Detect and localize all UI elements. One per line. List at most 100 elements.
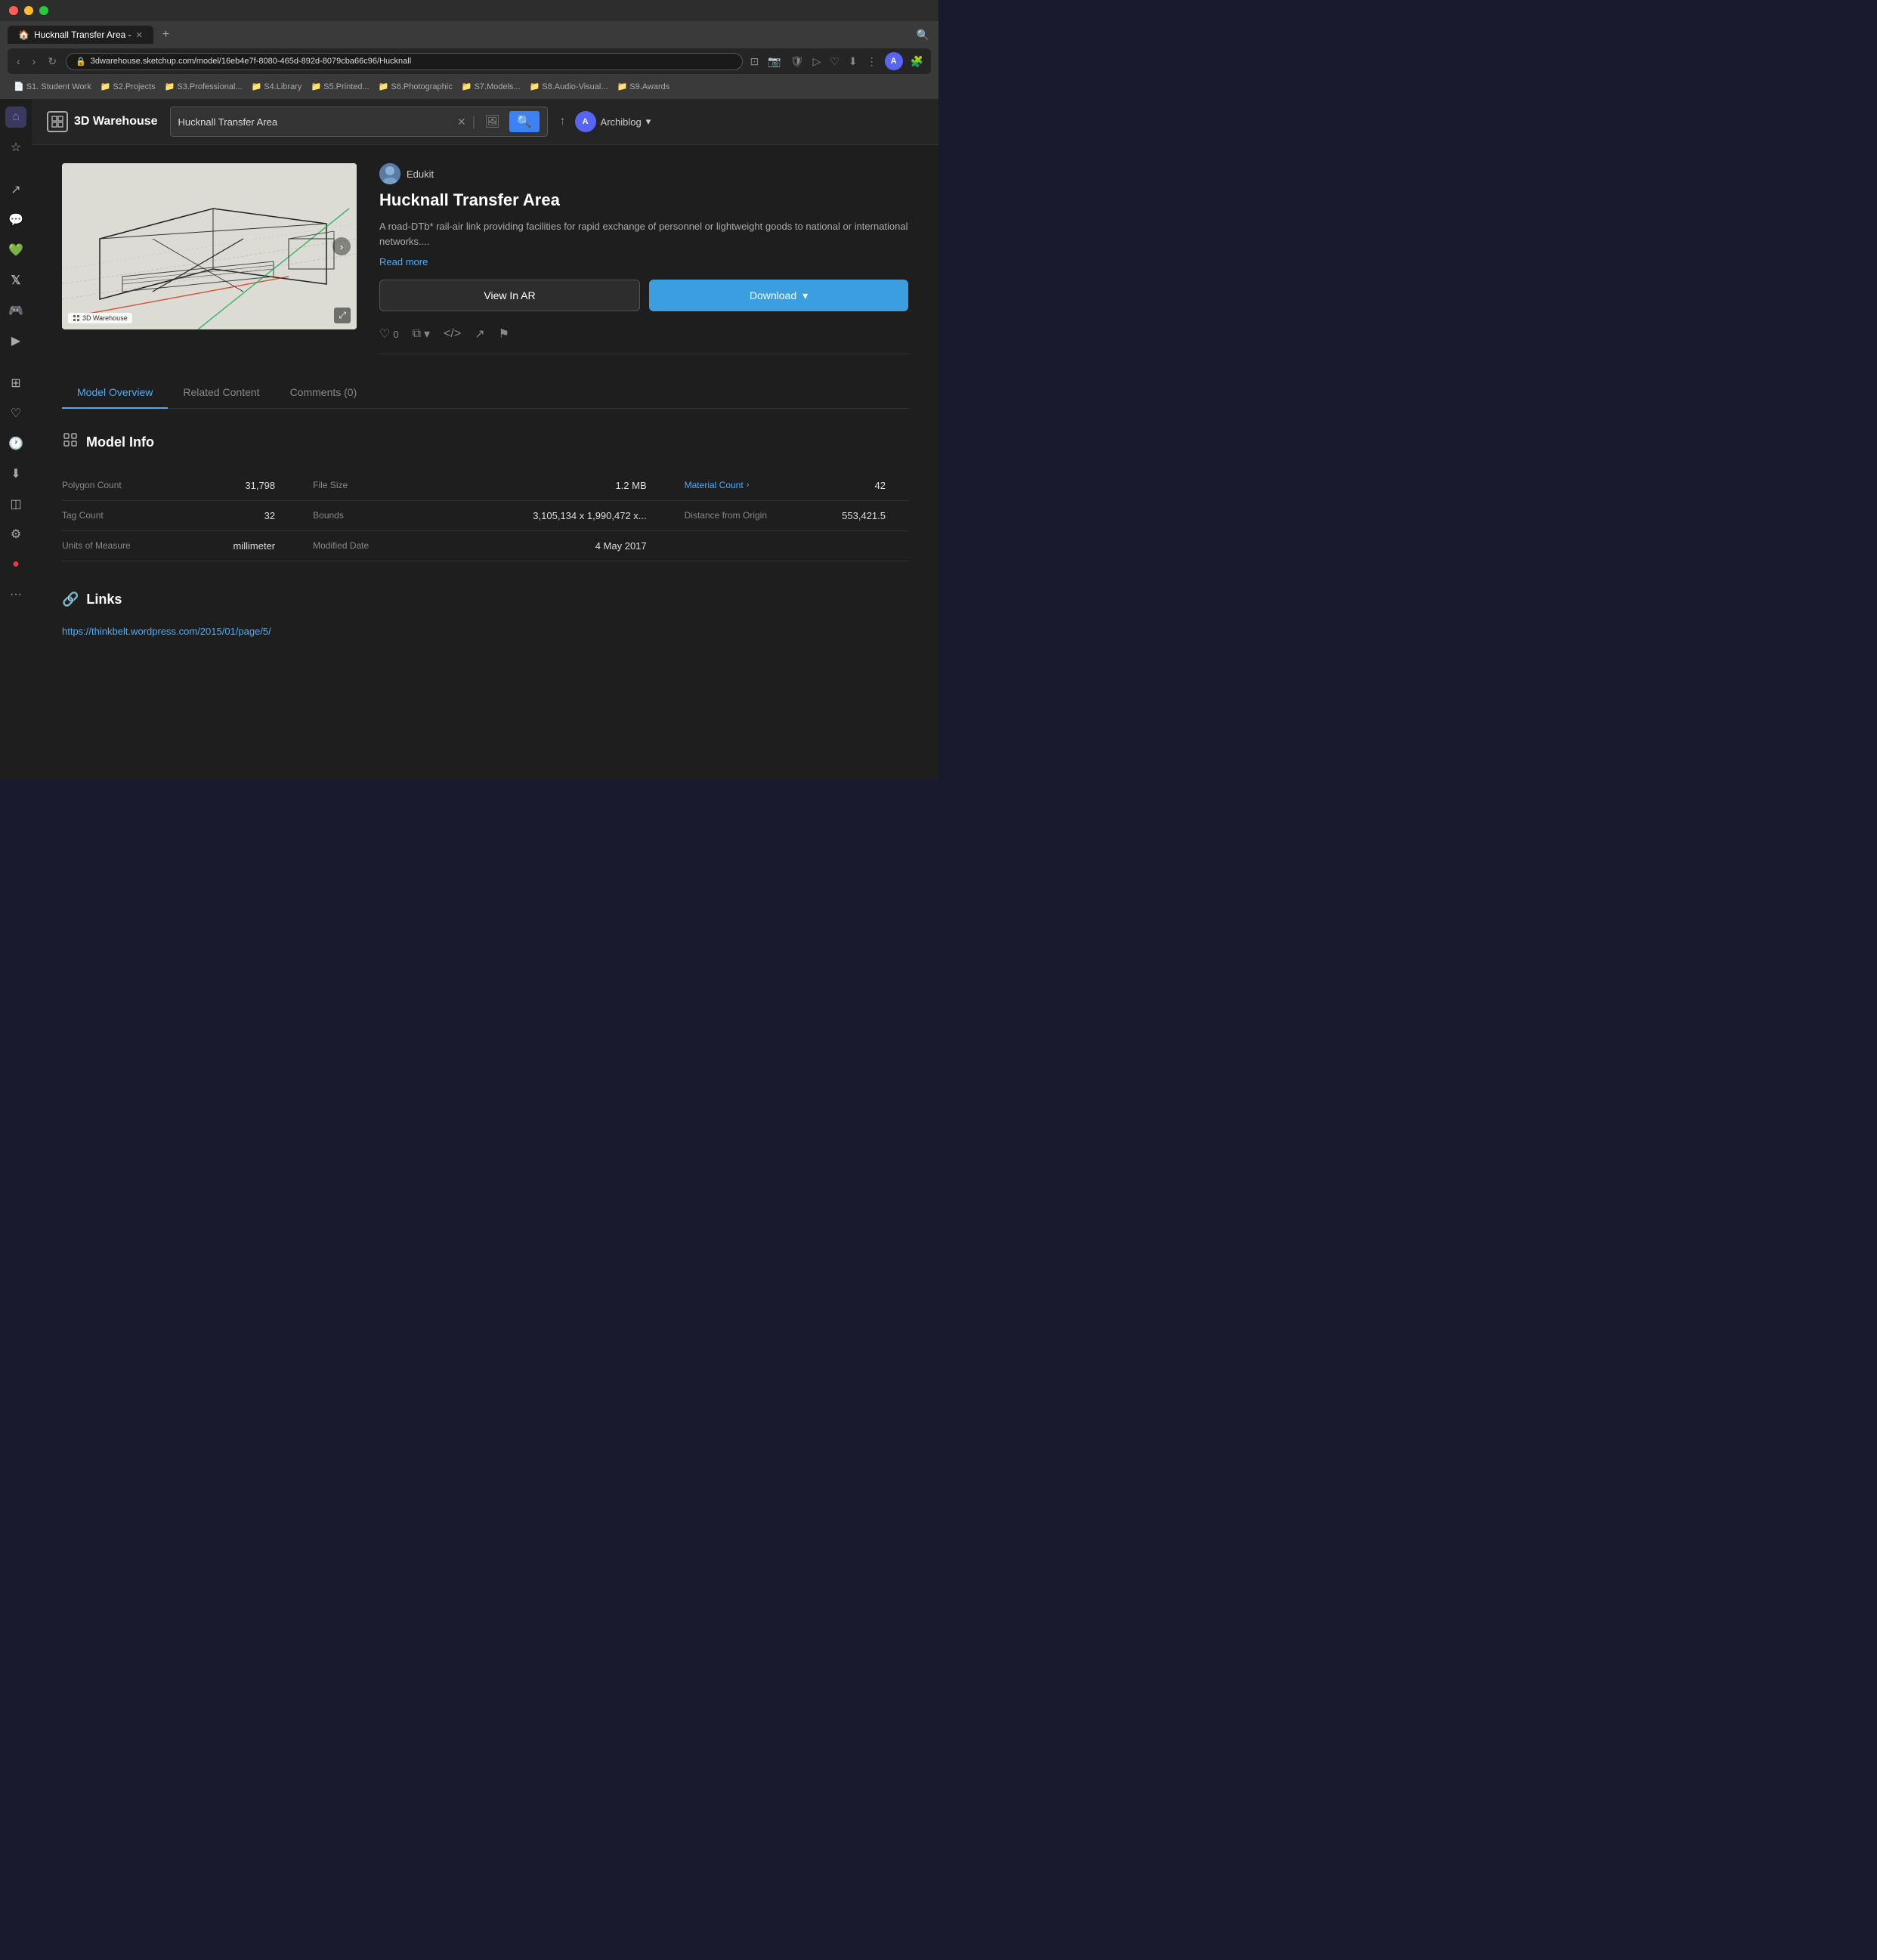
- copy-button[interactable]: ⧉ ▾: [413, 326, 430, 342]
- tabs: Model Overview Related Content Comments …: [62, 377, 908, 409]
- extension-icon[interactable]: ▷: [811, 54, 822, 70]
- model-info-panel: Edukit Hucknall Transfer Area A road-DTb…: [379, 163, 908, 354]
- material-count-value: 42: [783, 471, 908, 501]
- logo-text: 3D Warehouse: [74, 115, 158, 128]
- traffic-light-close[interactable]: [9, 6, 18, 15]
- external-link-1[interactable]: https://thinkbelt.wordpress.com/2015/01/…: [62, 626, 908, 637]
- active-tab[interactable]: 🏠 Hucknall Transfer Area - ✕: [8, 26, 153, 44]
- tab-close-icon[interactable]: ✕: [136, 30, 143, 40]
- search-input[interactable]: [178, 116, 451, 128]
- bookmark-s1[interactable]: 📄 S1. Student Work: [14, 82, 91, 91]
- material-count-label[interactable]: Material Count: [685, 480, 744, 490]
- polygon-count-label: Polygon Count: [62, 471, 175, 501]
- model-title: Hucknall Transfer Area: [379, 190, 908, 210]
- search-submit-button[interactable]: 🔍: [509, 111, 540, 132]
- share-header-button[interactable]: ↑: [560, 115, 566, 128]
- browser-search-button[interactable]: 🔍: [915, 27, 931, 43]
- dock-layers[interactable]: ◫: [5, 493, 26, 515]
- bookmark-s9[interactable]: 📁 S9.Awards: [617, 82, 670, 91]
- url-text: 3dwarehouse.sketchup.com/model/16eb4e7f-…: [91, 57, 411, 66]
- model-info-section: Model Info Polygon Count 31,798 File Siz…: [62, 431, 908, 561]
- dock-home[interactable]: ⌂: [5, 107, 26, 128]
- dock-heart[interactable]: ♡: [5, 403, 26, 424]
- tab-model-overview[interactable]: Model Overview: [62, 377, 168, 409]
- profile-button[interactable]: A: [885, 52, 903, 70]
- model-info-icon: [62, 431, 79, 453]
- dock-discord[interactable]: 🎮: [5, 300, 26, 321]
- dock-cursor[interactable]: ↗: [5, 179, 26, 200]
- material-count-chevron[interactable]: ›: [747, 481, 750, 490]
- model-expand-button[interactable]: ⤢: [334, 308, 351, 323]
- warehouse-logo: 3D Warehouse: [47, 111, 158, 132]
- bookmark-s3[interactable]: 📁 S3.Professional...: [165, 82, 243, 91]
- user-chevron: ▾: [646, 116, 651, 128]
- dock-twitter[interactable]: 𝕏: [5, 270, 26, 291]
- dock-whatsapp[interactable]: 💚: [5, 240, 26, 261]
- view-ar-button[interactable]: View In AR: [379, 280, 640, 311]
- bookmark-s2[interactable]: 📁 S2.Projects: [100, 82, 156, 91]
- read-more-link[interactable]: Read more: [379, 256, 908, 267]
- model-preview: [62, 163, 357, 329]
- url-bar[interactable]: 🔒 3dwarehouse.sketchup.com/model/16eb4e7…: [66, 53, 742, 70]
- like-button[interactable]: ♡ 0: [379, 326, 399, 342]
- heart-icon: ♡: [379, 326, 390, 342]
- copy-chevron: ▾: [424, 326, 430, 342]
- flag-button[interactable]: ⚑: [499, 326, 509, 342]
- traffic-light-fullscreen[interactable]: [39, 6, 48, 15]
- user-avatar: A: [575, 111, 596, 132]
- links-title: Links: [86, 592, 122, 607]
- search-clear-button[interactable]: ✕: [457, 116, 466, 128]
- file-size-value: 1.2 MB: [411, 471, 669, 501]
- dock-clock[interactable]: 🕐: [5, 433, 26, 454]
- dock-prompt[interactable]: ▶: [5, 330, 26, 351]
- model-info-title: Model Info: [86, 434, 154, 450]
- action-buttons: View In AR Download ▾: [379, 280, 908, 311]
- links-section-title: 🔗 Links: [62, 592, 908, 607]
- shield-icon[interactable]: 🛡: [789, 54, 806, 70]
- model-description: A road-DTb* rail-air link providing faci…: [379, 219, 908, 249]
- menu-icon[interactable]: ⋮: [865, 54, 879, 70]
- tab-comments[interactable]: Comments (0): [275, 377, 373, 409]
- share-button[interactable]: ↗: [475, 326, 484, 342]
- search-bar[interactable]: ✕ | 🖼 🔍: [170, 107, 548, 137]
- bookmark-s7[interactable]: 📁 S7.Models...: [462, 82, 521, 91]
- page-body: 3D Warehouse › ⤢ Edukit Hucknall Transfe…: [32, 145, 938, 655]
- dock-more[interactable]: ···: [5, 584, 26, 605]
- camera-icon[interactable]: 📷: [766, 54, 782, 70]
- model-wh-badge: 3D Warehouse: [68, 313, 132, 323]
- cast-icon[interactable]: ⊡: [749, 54, 761, 70]
- units-label: Units of Measure: [62, 531, 175, 561]
- embed-button[interactable]: </>: [444, 327, 461, 341]
- download-button[interactable]: Download ▾: [649, 280, 908, 311]
- dock-settings[interactable]: ⚙: [5, 524, 26, 545]
- bounds-label: Bounds: [298, 501, 411, 531]
- extensions-button[interactable]: 🧩: [909, 54, 925, 70]
- traffic-light-minimize[interactable]: [24, 6, 33, 15]
- bookmark-s6[interactable]: 📁 S6.Photographic: [379, 82, 453, 91]
- browser-chrome: 🏠 Hucknall Transfer Area - ✕ + 🔍 ‹ › ↻ 🔒…: [0, 21, 938, 99]
- back-button[interactable]: ‹: [14, 54, 23, 69]
- download-icon[interactable]: ⬇: [847, 54, 859, 70]
- bookmark-s4[interactable]: 📁 S4.Library: [252, 82, 302, 91]
- model-viewer: 3D Warehouse › ⤢: [62, 163, 357, 329]
- new-tab-button[interactable]: +: [158, 26, 174, 43]
- dock-download-sidebar[interactable]: ⬇: [5, 463, 26, 484]
- tab-related-content[interactable]: Related Content: [168, 377, 274, 409]
- tab-favicon: 🏠: [18, 29, 29, 40]
- refresh-button[interactable]: ↻: [45, 54, 60, 70]
- share-icon: ↗: [475, 326, 484, 342]
- image-search-button[interactable]: 🖼: [481, 113, 502, 131]
- user-menu-button[interactable]: A Archiblog ▾: [575, 111, 651, 132]
- tag-count-label: Tag Count: [62, 501, 175, 531]
- dock-grid[interactable]: ⊞: [5, 373, 26, 394]
- distance-value: 553,421.5: [783, 501, 908, 531]
- heart-icon[interactable]: ♡: [828, 54, 841, 70]
- table-row: Units of Measure millimeter Modified Dat…: [62, 531, 908, 561]
- bookmark-s5[interactable]: 📁 S5.Printed...: [311, 82, 369, 91]
- dock-record[interactable]: ●: [5, 554, 26, 575]
- forward-button[interactable]: ›: [29, 54, 39, 69]
- bookmark-s8[interactable]: 📁 S8.Audio-Visual...: [530, 82, 608, 91]
- dock-messenger[interactable]: 💬: [5, 209, 26, 230]
- dock-star[interactable]: ☆: [5, 137, 26, 158]
- model-next-button[interactable]: ›: [332, 237, 351, 255]
